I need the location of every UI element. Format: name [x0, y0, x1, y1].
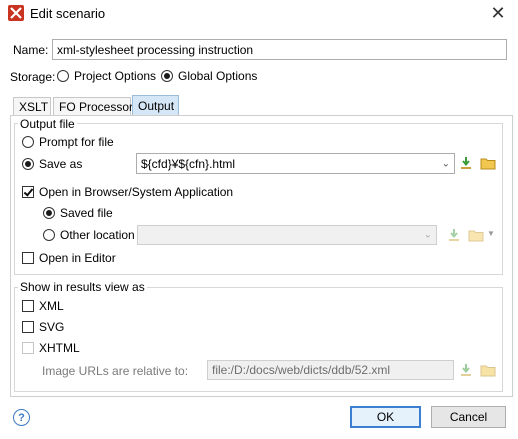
radio-button — [43, 207, 55, 219]
window-title: Edit scenario — [30, 6, 106, 21]
cancel-button-label: Cancel — [449, 410, 488, 424]
checkbox — [22, 186, 34, 198]
help-icon[interactable]: ? — [13, 409, 30, 426]
tab-fo-processor-label: FO Processor — [59, 100, 134, 114]
app-logo-icon — [8, 5, 24, 21]
open-in-editor-checkbox[interactable]: Open in Editor — [22, 251, 116, 265]
image-urls-value: file:/D:/docs/web/dicts/ddb/52.xml — [212, 363, 391, 377]
radio-button — [22, 136, 34, 148]
dropdown-arrow-icon[interactable]: ▼ — [487, 229, 495, 238]
image-urls-input[interactable]: file:/D:/docs/web/dicts/ddb/52.xml — [207, 360, 454, 380]
download-icon[interactable] — [459, 363, 473, 377]
radio-button — [22, 158, 34, 170]
tab-output-label: Output — [138, 99, 175, 113]
save-as-value: ${cfd}¥${cfn}.html — [141, 156, 236, 171]
results-view-title: Show in results view as — [18, 280, 147, 294]
storage-project-label: Project Options — [74, 69, 157, 83]
saved-file-label: Saved file — [60, 206, 113, 220]
open-in-browser-checkbox[interactable]: Open in Browser/System Application — [22, 185, 233, 199]
xhtml-label: XHTML — [39, 341, 80, 355]
download-icon[interactable] — [459, 156, 473, 170]
chevron-down-icon[interactable]: ⌄ — [442, 158, 450, 169]
checkbox — [22, 300, 34, 312]
other-location-combo[interactable]: ⌄ — [137, 225, 437, 245]
open-in-editor-label: Open in Editor — [39, 251, 116, 265]
other-location-radio[interactable]: Other location — [43, 228, 135, 242]
tab-fo-processor[interactable]: FO Processor — [53, 97, 134, 116]
storage-global-radio[interactable]: Global Options — [161, 69, 257, 83]
save-as-radio[interactable]: Save as — [22, 157, 82, 171]
svg-checkbox[interactable]: SVG — [22, 320, 64, 334]
close-icon[interactable]: ✕ — [486, 2, 510, 24]
ok-button[interactable]: OK — [350, 406, 421, 428]
radio-button — [43, 229, 55, 241]
radio-button — [57, 70, 69, 82]
folder-icon[interactable] — [480, 156, 496, 170]
download-icon[interactable] — [447, 228, 461, 242]
open-in-browser-label: Open in Browser/System Application — [39, 185, 234, 199]
checkbox — [22, 252, 34, 264]
tab-output[interactable]: Output — [132, 95, 179, 116]
name-value: xml-stylesheet processing instruction — [57, 42, 254, 57]
storage-global-label: Global Options — [178, 69, 258, 83]
prompt-for-file-radio[interactable]: Prompt for file — [22, 135, 114, 149]
storage-label: Storage: — [10, 70, 56, 84]
xml-label: XML — [39, 299, 64, 313]
storage-project-radio[interactable]: Project Options — [57, 69, 156, 83]
tab-xslt[interactable]: XSLT — [13, 97, 51, 116]
save-as-combo[interactable]: ${cfd}¥${cfn}.html ⌄ — [136, 153, 455, 174]
xhtml-checkbox[interactable]: XHTML — [22, 341, 80, 355]
svg-label: SVG — [39, 320, 65, 334]
checkbox — [22, 321, 34, 333]
radio-button — [161, 70, 173, 82]
checkbox — [22, 342, 34, 354]
output-file-title: Output file — [18, 117, 77, 131]
cancel-button[interactable]: Cancel — [431, 406, 506, 428]
name-input[interactable]: xml-stylesheet processing instruction — [52, 39, 507, 60]
save-as-label: Save as — [39, 157, 83, 171]
name-label: Name: — [13, 43, 49, 57]
folder-icon[interactable] — [468, 228, 484, 242]
tab-xslt-label: XSLT — [19, 100, 49, 114]
prompt-for-file-label: Prompt for file — [39, 135, 114, 149]
chevron-down-icon[interactable]: ⌄ — [424, 230, 432, 241]
xml-checkbox[interactable]: XML — [22, 299, 64, 313]
folder-icon[interactable] — [480, 363, 496, 377]
saved-file-radio[interactable]: Saved file — [43, 206, 113, 220]
other-location-label: Other location — [60, 228, 135, 242]
image-urls-label: Image URLs are relative to: — [42, 364, 189, 378]
ok-button-label: OK — [376, 410, 395, 424]
